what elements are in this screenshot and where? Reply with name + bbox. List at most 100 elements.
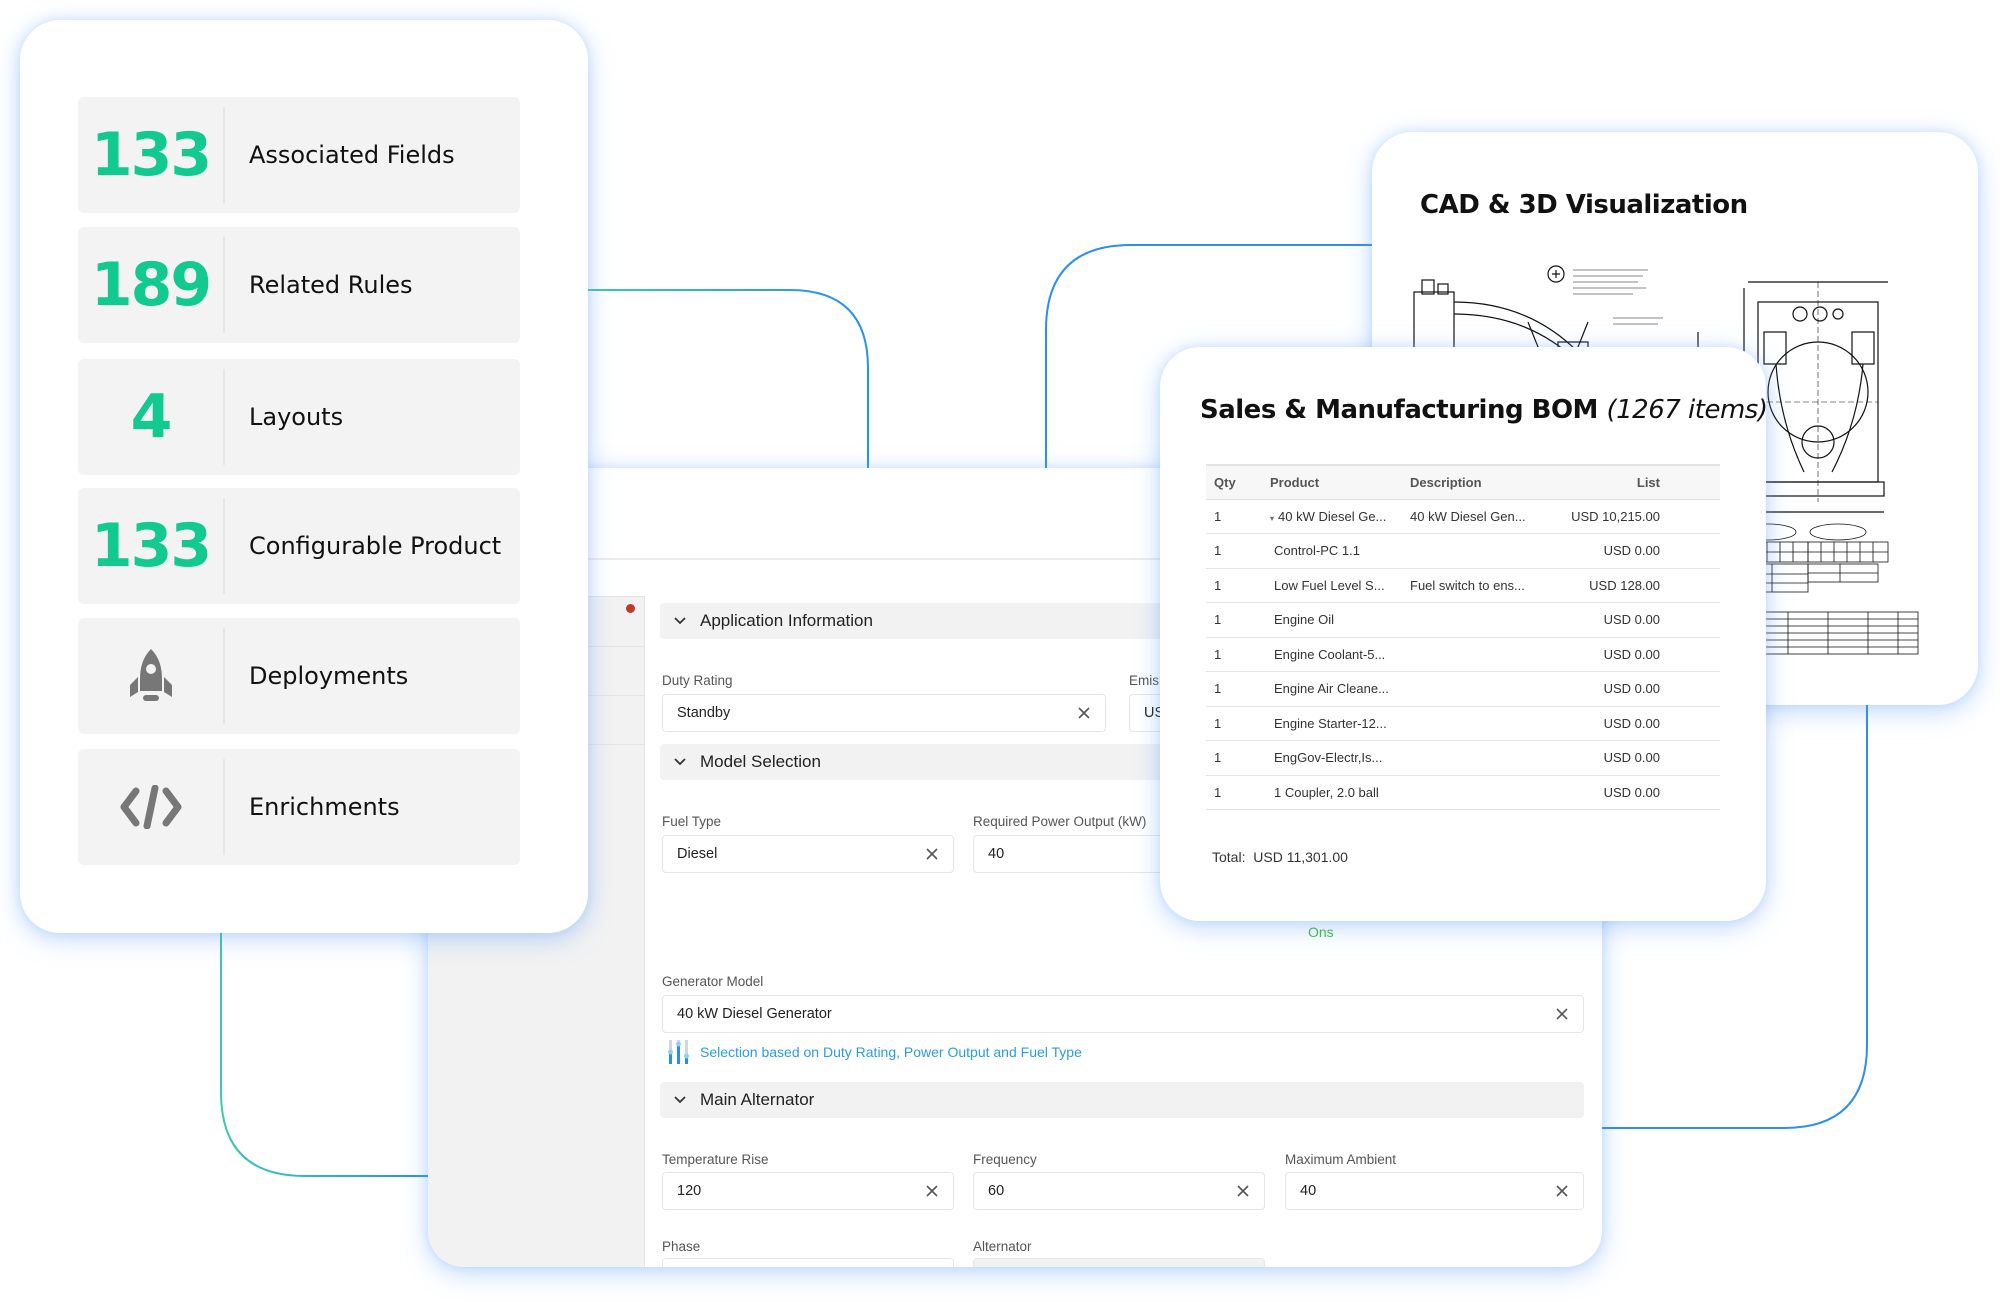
duty-rating-label: Duty Rating [662,673,733,688]
qty-cell: 1 [1206,775,1262,810]
description-cell [1402,740,1552,776]
column-header-product[interactable]: Product [1262,464,1402,500]
clear-icon[interactable] [1234,1182,1252,1200]
table-row[interactable]: 1 Control-PC 1.1 USD 0.00 [1206,533,1720,569]
column-header-list[interactable]: List [1552,464,1720,500]
product-cell-text: Low Fuel Level S... [1274,577,1385,593]
qty-cell: 1 [1206,602,1262,638]
stat-related-rules[interactable]: 189 Related Rules [78,227,520,343]
product-cell: Engine Air Cleane... [1262,671,1402,707]
product-cell-text: Engine Oil [1274,612,1334,628]
code-icon [78,785,223,829]
temperature-rise-label: Temperature Rise [662,1152,769,1167]
required-power-output-label: Required Power Output (kW) [973,814,1147,829]
table-row[interactable]: 1 Engine Coolant-5... USD 0.00 [1206,637,1720,672]
frequency-label: Frequency [973,1152,1037,1167]
connector-stats-to-form [588,289,869,468]
maximum-ambient-value: 40 [1300,1183,1317,1199]
table-row[interactable]: 1 EngGov-Electr,Is... USD 0.00 [1206,740,1720,776]
list-price-cell-text: USD 0.00 [1603,681,1660,697]
list-price-cell-text: USD 10,215.00 [1571,508,1660,524]
bom-item-count: (1267 items) [1606,395,1768,425]
product-cell: EngGov-Electr,Is... [1262,740,1402,776]
list-price-cell-text: USD 0.00 [1603,784,1660,800]
list-price-cell: USD 0.00 [1552,637,1720,672]
qty-cell: 1 [1206,568,1262,603]
section-title: Main Alternator [700,1090,815,1109]
stat-deployments[interactable]: Deployments [78,618,520,734]
table-row[interactable]: 1 Engine Starter-12... USD 0.00 [1206,706,1720,741]
qty-cell: 1 [1206,706,1262,741]
list-price-cell: USD 10,215.00 [1552,499,1720,534]
maximum-ambient-field[interactable]: 40 [1285,1172,1584,1210]
qty-cell: 1 [1206,499,1262,534]
stat-label: Enrichments [249,793,400,821]
generator-model-field[interactable]: 40 kW Diesel Generator [662,995,1584,1033]
duty-rating-value: Standby [677,705,731,721]
cad-title: CAD & 3D Visualization [1420,190,1748,220]
rocket-icon [78,647,223,705]
phase-field[interactable] [662,1258,954,1267]
selection-hint-text: Selection based on Duty Rating, Power Ou… [700,1044,1082,1060]
table-row[interactable]: 1 1 Coupler, 2.0 ball USD 0.00 [1206,775,1720,810]
stat-associated-fields[interactable]: 133 Associated Fields [78,97,520,213]
table-row[interactable]: 1 Engine Air Cleane... USD 0.00 [1206,671,1720,707]
section-main-alternator[interactable]: Main Alternator [660,1082,1584,1118]
clear-icon[interactable] [923,1182,941,1200]
description-cell [1402,637,1552,672]
product-cell-text: Engine Air Cleane... [1274,681,1389,697]
generator-model-value: 40 kW Diesel Generator [677,1006,832,1022]
temperature-rise-value: 120 [677,1183,702,1199]
stat-configurable-product[interactable]: 133 Configurable Product [78,488,520,604]
required-power-output-value: 40 [988,846,1005,862]
qty-cell-text: 1 [1214,508,1222,524]
status-text: Ons [1308,924,1334,940]
qty-cell-text: 1 [1214,681,1222,697]
column-header-description[interactable]: Description [1402,464,1552,500]
clear-icon[interactable] [1075,704,1093,722]
sliders-icon [668,1040,689,1064]
stat-layouts[interactable]: 4 Layouts [78,359,520,475]
table-row[interactable]: 1 Low Fuel Level S... Fuel switch to ens..… [1206,568,1720,603]
connector-stats-to-form-bottom [220,933,428,1177]
list-price-cell: USD 0.00 [1552,775,1720,810]
description-cell: Fuel switch to ens... [1402,568,1552,603]
bom-total: Total: USD 11,301.00 [1212,849,1348,865]
table-row[interactable]: 1 ▾ 40 kW Diesel Ge... 40 kW Diesel Gen... U… [1206,499,1720,534]
section-title: Application Information [700,611,873,630]
description-cell [1402,775,1552,810]
product-cell: Engine Oil [1262,602,1402,638]
product-cell-text: EngGov-Electr,Is... [1274,750,1383,766]
qty-cell-text: 1 [1214,750,1222,766]
product-cell: 1 Coupler, 2.0 ball [1262,775,1402,810]
product-cell-text: Engine Coolant-5... [1274,646,1386,662]
list-price-cell: USD 0.00 [1552,533,1720,569]
description-cell: 40 kW Diesel Gen... [1402,499,1552,534]
maximum-ambient-label: Maximum Ambient [1285,1152,1397,1167]
list-price-cell: USD 0.00 [1552,706,1720,741]
alternator-field[interactable] [973,1258,1265,1267]
clear-icon[interactable] [1553,1005,1571,1023]
qty-cell-text: 1 [1214,784,1222,800]
list-price-cell: USD 0.00 [1552,740,1720,776]
list-price-cell-text: USD 0.00 [1603,646,1660,662]
description-cell [1402,602,1552,638]
table-row[interactable]: 1 Engine Oil USD 0.00 [1206,602,1720,638]
duty-rating-field[interactable]: Standby [662,694,1106,732]
stat-enrichments[interactable]: Enrichments [78,749,520,865]
chevron-down-icon [674,617,686,625]
bom-title: Sales & Manufacturing BOM (1267 items) [1200,395,1768,425]
qty-cell-text: 1 [1214,646,1222,662]
qty-cell-text: 1 [1214,543,1222,559]
list-price-cell-text: USD 0.00 [1603,612,1660,628]
fuel-type-field[interactable]: Diesel [662,835,954,873]
column-header-qty[interactable]: Qty [1206,464,1262,500]
clear-icon[interactable] [1553,1182,1571,1200]
frequency-field[interactable]: 60 [973,1172,1265,1210]
clear-icon[interactable] [923,845,941,863]
expand-caret-icon[interactable]: ▾ [1270,514,1274,523]
section-title: Model Selection [700,752,821,771]
list-price-cell-text: USD 0.00 [1603,543,1660,559]
temperature-rise-field[interactable]: 120 [662,1172,954,1210]
description-cell-text: 40 kW Diesel Gen... [1410,508,1526,524]
